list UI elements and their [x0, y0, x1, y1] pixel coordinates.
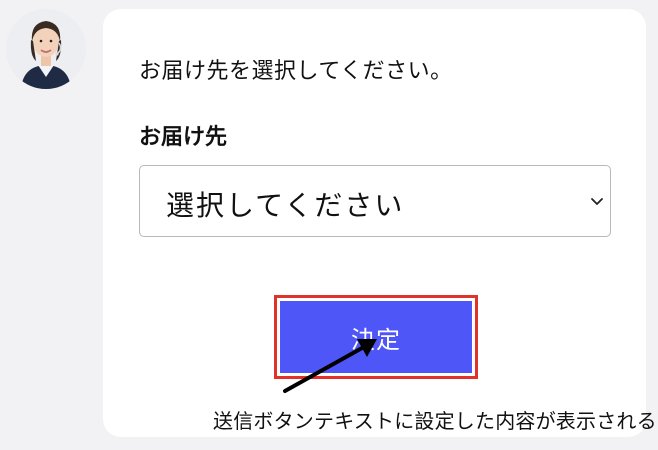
message-card: お届け先を選択してください。 お届け先 選択してください 決定 送信ボタンテキス… — [103, 9, 657, 437]
delivery-select[interactable]: 選択してください — [139, 165, 611, 237]
operator-avatar — [6, 9, 86, 89]
avatar-illustration — [6, 9, 86, 89]
select-value: 選択してください — [166, 189, 405, 222]
prompt-text: お届け先を選択してください。 — [139, 59, 453, 84]
delivery-field-label: お届け先 — [139, 125, 228, 150]
chevron-down-icon — [591, 198, 603, 205]
annotation-text: 送信ボタンテキストに設定した内容が表示される — [213, 409, 657, 433]
arrow-icon — [283, 339, 377, 393]
